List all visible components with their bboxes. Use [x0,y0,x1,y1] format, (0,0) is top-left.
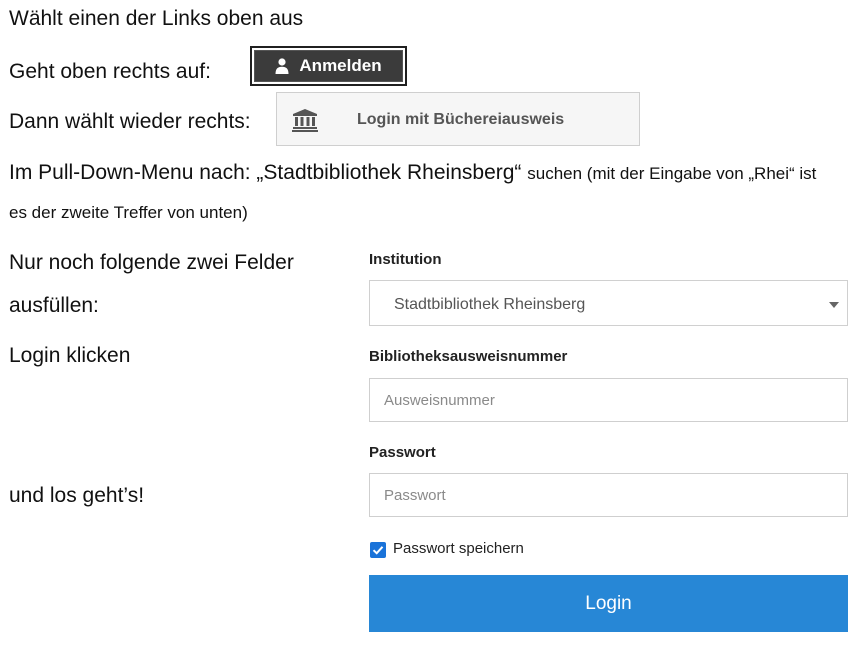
checkmark-icon [372,546,384,555]
instruction-line-1: Wählt einen der Links oben aus [9,7,304,30]
password-input[interactable] [369,473,848,517]
instruction-line-4: Im Pull-Down-Menu nach: „Stadtbibliothek… [9,162,816,183]
instruction-line-4-main: Im Pull-Down-Menu nach: „Stadtbibliothek… [9,161,522,184]
instruction-line-7: Login klicken [9,344,131,367]
anmelden-label: Anmelden [299,56,382,75]
caret-down-icon [829,302,839,308]
institution-label: Institution [369,251,442,268]
instruction-line-2: Geht oben rechts auf: [9,60,211,83]
login-button[interactable]: Login [369,575,848,632]
instruction-line-6b: ausfüllen: [9,294,99,317]
card-number-label: Bibliotheksausweisnummer [369,348,568,365]
instruction-line-4-small: suchen (mit der Eingabe von „Rhei“ ist [527,164,817,183]
bank-icon [292,109,318,132]
remember-password-label[interactable]: Passwort speichern [393,540,524,557]
password-label: Passwort [369,444,436,461]
instruction-line-3: Dann wählt wieder rechts: [9,110,251,133]
library-login-button[interactable]: Login mit Büchereiausweis [276,92,640,146]
institution-selected-value: Stadtbibliothek Rheinsberg [394,296,586,313]
institution-select[interactable]: Stadtbibliothek Rheinsberg [369,280,848,326]
user-icon [275,58,289,74]
card-number-input[interactable] [369,378,848,422]
instruction-line-8: und los geht’s! [9,484,145,507]
instruction-line-6a: Nur noch folgende zwei Felder [9,251,294,274]
instruction-line-5: es der zweite Treffer von unten) [9,203,248,222]
login-button-label: Login [585,592,632,614]
library-login-label: Login mit Büchereiausweis [357,111,565,128]
anmelden-button[interactable]: Anmelden [250,46,407,86]
remember-password-checkbox[interactable] [370,542,386,558]
